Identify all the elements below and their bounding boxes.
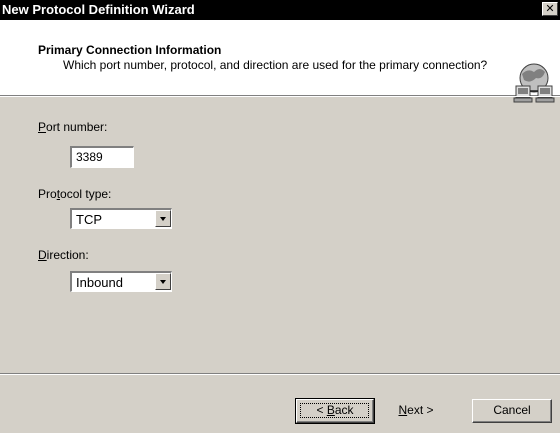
window-title: New Protocol Definition Wizard xyxy=(2,2,195,17)
focus-rectangle xyxy=(300,403,369,418)
chevron-down-icon[interactable] xyxy=(155,273,171,290)
direction-dropdown[interactable]: Inbound xyxy=(70,271,172,292)
protocol-type-value: TCP xyxy=(76,212,102,227)
protocol-type-label: Protocol type: xyxy=(38,187,112,201)
page-title: Primary Connection Information xyxy=(38,43,222,57)
port-number-label: Port number: xyxy=(38,120,108,134)
wizard-header: Primary Connection Information Which por… xyxy=(0,20,560,103)
network-wizard-icon xyxy=(513,63,555,103)
next-button-key: N xyxy=(398,403,408,417)
back-button[interactable]: < Back xyxy=(295,398,375,424)
cancel-button-label: Cancel xyxy=(493,403,531,417)
close-button[interactable]: ✕ xyxy=(542,2,558,16)
chevron-down-icon[interactable] xyxy=(155,210,171,227)
cancel-button[interactable]: Cancel xyxy=(472,399,552,423)
port-number-value: 3389 xyxy=(76,150,103,164)
protocol-type-dropdown[interactable]: TCP xyxy=(70,208,172,229)
page-subtitle: Which port number, protocol, and directi… xyxy=(63,58,488,72)
title-bar[interactable]: New Protocol Definition Wizard ✕ xyxy=(0,0,560,20)
next-button[interactable]: Next > xyxy=(378,399,454,423)
direction-label: Direction: xyxy=(38,248,89,262)
header-divider xyxy=(0,96,560,97)
port-number-input[interactable]: 3389 xyxy=(70,146,134,168)
close-icon: ✕ xyxy=(545,3,555,15)
footer-divider-highlight xyxy=(0,374,560,375)
direction-value: Inbound xyxy=(76,275,123,290)
next-button-label: ext > xyxy=(407,403,434,417)
